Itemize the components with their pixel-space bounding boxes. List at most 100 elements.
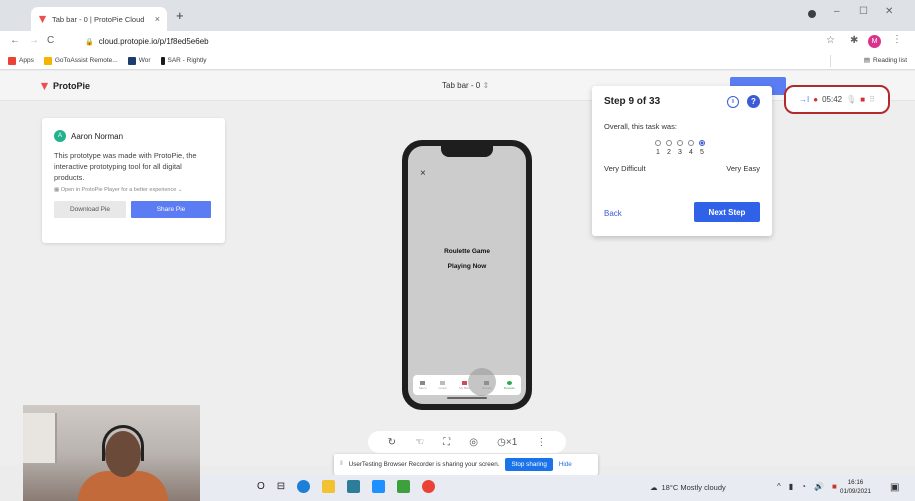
fullscreen-icon[interactable]: ⛶ [443,437,450,448]
edge-icon[interactable] [297,480,311,493]
file-explorer-icon[interactable] [322,480,336,493]
help-icon[interactable]: ? [747,95,760,108]
home-indicator [447,397,487,399]
forward-icon[interactable]: → [29,35,39,46]
capture-icon[interactable]: ◎ [469,437,478,448]
app-icon[interactable] [397,480,411,493]
collapse-icon[interactable]: →I [799,95,809,104]
webcam-preview [23,405,200,501]
rating-numbers: 1 2 3 4 5 [655,149,705,156]
back-button[interactable]: Back [604,209,622,218]
rating-number: 4 [689,149,693,156]
reading-list-button[interactable]: ▤ Reading list [864,56,907,65]
rating-radio-1[interactable] [655,140,661,146]
clock[interactable]: 16:16 01/09/2021 [840,478,871,496]
bookmark-star-icon[interactable]: ☆ [826,35,835,46]
rating-radio-4[interactable] [688,140,694,146]
maximize-button[interactable]: ☐ [859,6,868,17]
clock-time: 16:16 [847,479,864,486]
stop-sharing-button[interactable]: Stop sharing [505,458,553,471]
speed-control[interactable]: ◷×1 [497,437,517,448]
chrome-icon[interactable] [422,480,436,493]
camera-icon[interactable]: ■ [860,95,865,104]
touch-icon[interactable]: ☜ [415,437,424,448]
next-step-button[interactable]: Next Step [694,202,760,222]
back-icon[interactable]: ← [10,35,20,46]
menu-icon [420,380,426,385]
prototype-info-card: A Aaron Norman This prototype was made w… [42,118,225,243]
share-pie-button[interactable]: Share Pie [131,201,211,218]
notifications-icon[interactable]: ▣ [890,482,899,493]
volume-icon[interactable]: 🔊 [814,482,824,491]
task-view-icon[interactable]: ⊟ [277,481,285,492]
rating-radio-2[interactable] [666,140,672,146]
weather-widget[interactable]: ☁ 18°C Mostly cloudy [650,483,726,492]
rating-radio-3[interactable] [677,140,683,146]
restart-icon[interactable]: ↻ [388,437,396,448]
drag-handle-icon[interactable]: ⦀ [340,461,343,468]
bookmarks-bar: Apps GoToAssist Remote... Wor SAR - Righ… [0,52,915,70]
screen-share-bar: ⦀ UserTesting Browser Recorder is sharin… [334,454,598,475]
microphone-icon[interactable]: 🎙 [846,95,856,104]
mail-icon[interactable] [372,480,386,493]
phone-tab-menu[interactable]: Menu [419,380,427,390]
close-icon[interactable]: × [420,168,426,179]
webcam-background-window [23,413,57,463]
browser-tabstrip: Tab bar - 0 | ProtoPie Cloud × + – ☐ ✕ [0,0,915,31]
author-name: Aaron Norman [71,131,124,141]
address-bar[interactable]: 🔒 cloud.protopie.io/p/1f8ed5e6eb [85,33,805,50]
open-in-player-link[interactable]: ▦ Open in ProtoPie Player for a better e… [54,187,213,193]
usertesting-task-panel: Step 9 of 33 II ? Overall, this task was… [592,86,772,236]
protopie-logo[interactable]: ProtoPie [40,81,90,91]
bookmark-apps[interactable]: Apps [8,56,34,65]
tab-close-icon[interactable]: × [155,14,160,24]
language-icon[interactable]: ■ [832,482,837,491]
lorem-icon [440,380,446,385]
more-icon[interactable]: ⋮ [536,437,546,448]
rating-number: 1 [656,149,660,156]
roulette-icon [506,380,512,385]
weather-text: 18°C Mostly cloudy [661,483,726,492]
scene-title: Tab bar - 0 [442,81,481,90]
url-text: cloud.protopie.io/p/1f8ed5e6eb [98,37,209,46]
bookmark-sar[interactable]: SAR - Rightly [160,56,207,65]
download-pie-button[interactable]: Download Pie [54,201,126,218]
player-icon: ▦ [54,187,61,193]
browser-tab[interactable]: Tab bar - 0 | ProtoPie Cloud × [31,7,167,31]
rating-radio-5[interactable] [699,140,705,146]
lock-icon: 🔒 [85,38,94,46]
sar-icon [160,56,165,65]
hide-button[interactable]: Hide [559,461,572,468]
system-tray: ^ ▮ ◔ 🔊 ■ [777,482,837,491]
window-close-button[interactable]: ✕ [885,6,893,17]
network-icon[interactable]: ◔ [801,482,806,491]
phone-tab-roulette[interactable]: Roulette [504,380,515,390]
bets-icon [462,380,468,385]
minimize-button[interactable]: – [834,6,840,17]
battery-icon[interactable]: ▮ [789,482,793,491]
bookmark-label: SAR - Rightly [167,57,207,64]
browser-menu-icon[interactable]: ⋮ [892,34,902,45]
windows-taskbar: O ⊟ ☁ 18°C Mostly cloudy ^ ▮ ◔ 🔊 ■ 16:16… [200,475,915,501]
bookmark-gotoassist[interactable]: GoToAssist Remote... [43,56,118,65]
store-icon[interactable] [347,480,361,493]
new-tab-button[interactable]: + [176,8,184,23]
phone-tab-label: Menu [419,385,427,390]
extensions-icon[interactable]: ✱ [850,35,858,46]
phone-screen[interactable]: × Roulette Game Playing Now Menu Lorem M… [408,146,526,404]
scene-selector[interactable]: Tab bar - 0 ⇕ [442,81,489,90]
player-note-text: Open in ProtoPie Player for a better exp… [60,187,177,193]
phone-tab-lorem[interactable]: Lorem [439,380,447,390]
apps-grid-icon [8,56,16,65]
drag-handle-icon[interactable]: ⠿ [869,95,875,104]
player-toolbar: ↻ ☜ ⛶ ◎ ◷×1 ⋮ [368,431,566,453]
clock-date: 01/09/2021 [840,488,871,495]
bookmark-wor[interactable]: Wor [127,56,151,65]
reload-icon[interactable]: C [47,35,54,46]
cloud-icon: ☁ [650,483,658,492]
search-icon[interactable]: O [257,481,265,492]
profile-avatar[interactable]: M [868,35,881,48]
pause-icon[interactable]: II [727,96,739,108]
tray-expand-icon[interactable]: ^ [777,482,781,491]
phone-frame: × Roulette Game Playing Now Menu Lorem M… [402,140,532,410]
